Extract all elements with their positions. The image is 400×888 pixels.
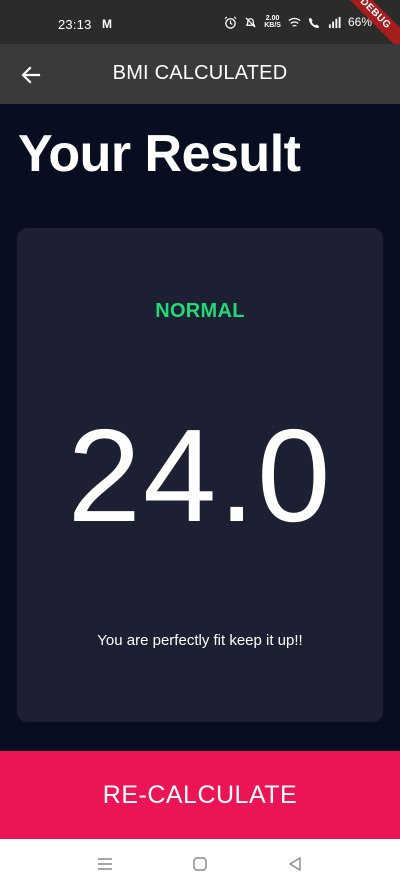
screen: 23:13 M 2.00 KB/S 66% DEBUG BMI CALCULAT… [0,0,400,888]
carrier-icon: M [102,17,112,31]
signal-icon [328,16,341,28]
bmi-status-label: NORMAL [155,300,245,322]
alarm-icon [224,16,237,29]
bmi-value: 24.0 [67,402,333,549]
recent-apps-button[interactable] [94,853,116,875]
network-speed: 2.00 KB/S [264,15,281,29]
menu-icon [98,858,112,870]
mute-bell-icon [245,16,256,28]
app-bar-title: BMI CALCULATED [112,62,288,84]
back-triangle-icon [289,857,301,871]
system-nav-bar [0,839,400,888]
system-back-button[interactable] [284,853,306,875]
bmi-message: You are perfectly fit keep it up!! [97,632,303,649]
home-button[interactable] [189,853,211,875]
status-icons: 2.00 KB/S 66% [224,15,372,29]
network-speed-unit: KB/S [264,22,281,29]
network-speed-value: 2.00 [265,15,280,22]
page-title: Your Result [18,125,301,183]
status-time: 23:13 [58,17,92,32]
wifi-call-icon [308,17,320,28]
home-square-icon [193,857,207,871]
wifi-icon [288,17,301,27]
recalculate-button[interactable]: RE-CALCULATE [0,751,400,839]
result-card: NORMAL 24.0 You are perfectly fit keep i… [17,228,383,722]
app-bar: BMI CALCULATED [0,44,400,104]
status-bar: 23:13 M 2.00 KB/S 66% DEBUG [0,0,400,59]
